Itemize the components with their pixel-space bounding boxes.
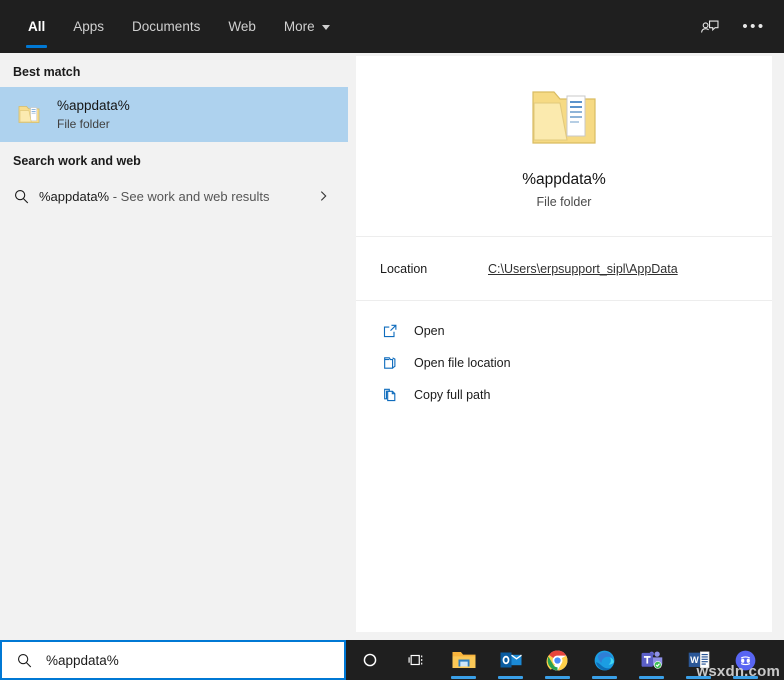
taskbar-item-cortana[interactable]	[346, 640, 393, 680]
tab-documents-label: Documents	[132, 19, 200, 34]
word-icon: W	[687, 649, 711, 671]
web-search-query: %appdata%	[39, 189, 109, 204]
cortana-icon	[361, 651, 379, 669]
preview-location-row: Location C:\Users\erpsupport_sipl\AppDat…	[356, 237, 772, 300]
tab-more[interactable]: More	[270, 0, 344, 53]
best-match-subtitle: File folder	[57, 116, 130, 132]
windows-search-overlay: All Apps Documents Web More	[0, 0, 784, 680]
web-search-heading: Search work and web	[0, 142, 348, 176]
tab-more-label: More	[284, 19, 315, 34]
best-match-heading: Best match	[0, 53, 348, 87]
more-options-button[interactable]: •••	[734, 7, 774, 47]
location-label: Location	[380, 262, 488, 276]
preview-actions: Open Open file location	[356, 301, 772, 411]
open-folder-icon	[382, 355, 412, 371]
action-open-file-location-label: Open file location	[414, 356, 511, 370]
discord-icon	[734, 649, 757, 672]
feedback-person-icon	[699, 16, 721, 38]
teams-icon	[640, 649, 664, 671]
taskbar-item-chrome[interactable]	[534, 640, 581, 680]
action-open[interactable]: Open	[356, 315, 772, 347]
action-copy-full-path-label: Copy full path	[414, 388, 490, 402]
chevron-right-icon-glyph	[317, 189, 330, 203]
search-icon	[2, 652, 46, 669]
chevron-down-icon	[322, 25, 330, 30]
tab-apps[interactable]: Apps	[59, 0, 118, 53]
preview-panel: %appdata% File folder Location C:\Users\…	[356, 56, 772, 632]
file-explorer-icon	[451, 649, 477, 671]
taskbar: W wsxdn.com	[346, 640, 784, 680]
web-search-label: %appdata% - See work and web results	[39, 189, 317, 204]
svg-text:W: W	[690, 655, 699, 665]
tab-apps-label: Apps	[73, 19, 104, 34]
web-search-hint: - See work and web results	[109, 189, 269, 204]
action-open-file-location[interactable]: Open file location	[356, 347, 772, 379]
search-box[interactable]: %appdata%	[0, 640, 346, 680]
taskbar-item-teams[interactable]	[628, 640, 675, 680]
folder-icon-large-glyph	[527, 84, 601, 152]
open-external-icon	[382, 323, 412, 339]
taskbar-item-word[interactable]: W	[675, 640, 722, 680]
filter-tabs: All Apps Documents Web More	[0, 0, 344, 53]
open-external-icon-glyph	[382, 323, 398, 339]
folder-icon-large	[527, 84, 601, 157]
ellipsis-icon: •••	[742, 19, 765, 34]
results-panel: Best match %appdata% File folder Search …	[0, 53, 348, 640]
header-actions: •••	[690, 0, 774, 53]
tab-web[interactable]: Web	[214, 0, 270, 53]
edge-icon	[593, 649, 616, 672]
search-header: All Apps Documents Web More	[0, 0, 784, 53]
taskbar-item-edge[interactable]	[581, 640, 628, 680]
web-search-result[interactable]: %appdata% - See work and web results	[0, 176, 348, 216]
task-view-icon	[407, 651, 427, 669]
taskbar-item-discord[interactable]	[722, 640, 769, 680]
outlook-icon	[499, 649, 523, 671]
taskbar-item-outlook[interactable]	[487, 640, 534, 680]
taskbar-item-task-view[interactable]	[393, 640, 440, 680]
preview-title: %appdata%	[522, 171, 606, 189]
folder-icon-glyph	[17, 103, 43, 127]
best-match-result[interactable]: %appdata% File folder	[0, 87, 348, 142]
search-input[interactable]: %appdata%	[46, 653, 119, 668]
preview-subtitle: File folder	[537, 195, 592, 209]
copy-icon-glyph	[382, 387, 398, 403]
tab-web-label: Web	[228, 19, 256, 34]
tab-all[interactable]: All	[14, 0, 59, 53]
open-folder-icon-glyph	[382, 355, 398, 371]
tab-documents[interactable]: Documents	[118, 0, 214, 53]
tab-all-label: All	[28, 19, 45, 34]
chevron-right-icon[interactable]	[317, 189, 330, 203]
search-icon-glyph	[16, 652, 33, 669]
chrome-icon	[546, 649, 569, 672]
action-copy-full-path[interactable]: Copy full path	[356, 379, 772, 411]
copy-icon	[382, 387, 412, 403]
best-match-title: %appdata%	[57, 97, 130, 114]
folder-icon	[13, 103, 47, 127]
search-icon	[13, 188, 39, 205]
search-icon-glyph	[13, 188, 30, 205]
action-open-label: Open	[414, 324, 445, 338]
feedback-button[interactable]	[690, 7, 730, 47]
location-link[interactable]: C:\Users\erpsupport_sipl\AppData	[488, 262, 678, 276]
taskbar-item-file-explorer[interactable]	[440, 640, 487, 680]
best-match-text: %appdata% File folder	[57, 97, 130, 132]
preview-hero: %appdata% File folder	[356, 56, 772, 236]
